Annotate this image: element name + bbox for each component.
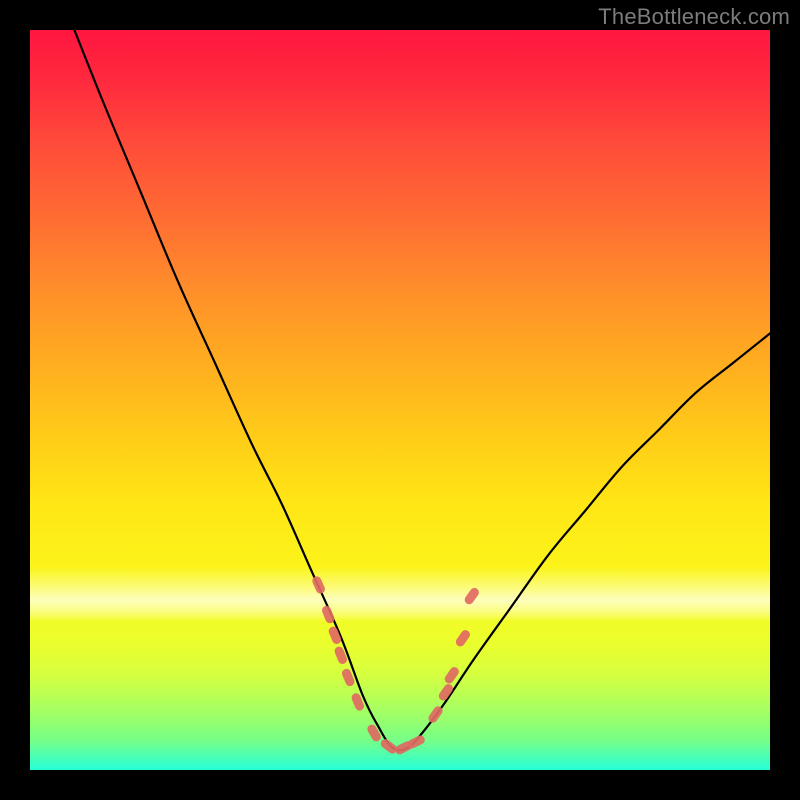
curve-layer <box>30 30 770 770</box>
curve-marker <box>311 575 327 595</box>
watermark-text: TheBottleneck.com <box>598 4 790 30</box>
curve-markers <box>311 575 481 756</box>
curve-marker <box>454 628 472 648</box>
chart-frame: TheBottleneck.com <box>0 0 800 800</box>
curve-marker <box>366 723 383 743</box>
bottleneck-curve <box>74 30 770 750</box>
curve-marker <box>463 586 481 606</box>
curve-marker <box>379 737 399 755</box>
plot-area <box>30 30 770 770</box>
